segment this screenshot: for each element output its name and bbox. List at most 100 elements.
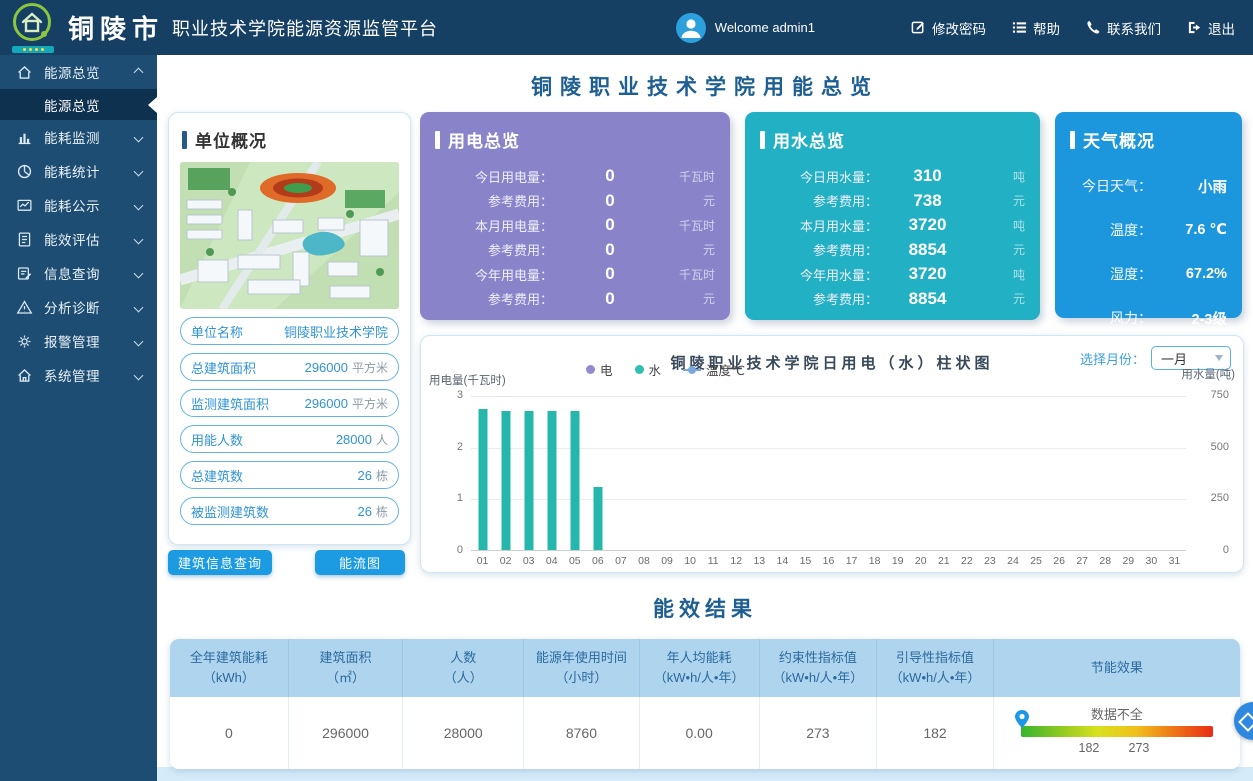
bottom-strip <box>157 767 1253 781</box>
chevron-down-icon <box>134 370 144 380</box>
column-header: 引导性指标值（kW•h/人•年） <box>877 639 994 697</box>
field-unit: 栋 <box>376 503 388 520</box>
sidebar-subitem-energy-overview[interactable]: 能源总览 <box>0 89 157 120</box>
field-value: 28000 <box>336 432 372 447</box>
stat-unit: 吨 <box>977 217 1025 234</box>
legend-temperature[interactable]: 温度℃ <box>683 360 745 379</box>
title-accent-bar <box>182 131 187 149</box>
unit-buttons: 建筑信息查询 能流图 <box>168 550 411 575</box>
building-info-query-button[interactable]: 建筑信息查询 <box>168 550 272 575</box>
header-action-phone[interactable]: 联系我们 <box>1086 18 1161 38</box>
column-unit: （小时） <box>526 668 637 688</box>
unit-info-fields: 单位名称铜陵职业技术学院总建筑面积296000平方米监测建筑面积296000平方… <box>180 317 399 525</box>
main-content: 铜陵职业技术学院用能总览 单位概况 <box>157 55 1253 781</box>
efficiency-section-title: 能效结果 <box>157 593 1253 623</box>
stat-value: 0 <box>553 166 667 186</box>
sidebar-item-label: 能耗监测 <box>44 127 100 147</box>
water-overview-title: 用水总览 <box>773 127 845 152</box>
sidebar-item-energy-overview[interactable]: 能源总览 <box>0 55 157 89</box>
sidebar-item-info-query[interactable]: 信息查询 <box>0 256 157 290</box>
y-tick-left: 1 <box>435 492 463 504</box>
water-bar-day-01 <box>478 409 487 550</box>
legend-label: 温度℃ <box>706 360 745 379</box>
weather-label: 湿度： <box>1070 264 1152 284</box>
user-avatar-icon <box>676 13 706 43</box>
saving-status-text: 数据不全 <box>1017 704 1217 723</box>
stat-unit: 元 <box>977 192 1025 209</box>
chevron-down-icon <box>134 302 144 312</box>
chevron-down-icon <box>134 132 144 142</box>
header-action-logout[interactable]: 退出 <box>1187 18 1235 38</box>
stat-unit: 千瓦时 <box>667 168 715 185</box>
column-name: 全年建筑能耗 <box>172 648 286 668</box>
stat-row: 今年用水量：3720吨 <box>760 262 1025 287</box>
header-action-list[interactable]: 帮助 <box>1012 18 1060 38</box>
stat-label: 参考费用： <box>760 191 878 210</box>
legend-label: 水 <box>649 360 662 379</box>
sidebar-item-label: 系统管理 <box>44 365 100 385</box>
chevron-down-icon <box>134 336 144 346</box>
legend-water[interactable]: 水 <box>635 360 662 379</box>
field-unit: 平方米 <box>352 395 388 412</box>
stat-label: 参考费用： <box>760 289 878 308</box>
energy-flow-diagram-button[interactable]: 能流图 <box>315 550 405 575</box>
weather-row: 风力：2-3级 <box>1070 296 1227 340</box>
stat-unit: 吨 <box>977 168 1025 185</box>
efficiency-table-row: 02960002800087600.00273182数据不全182273 <box>170 697 1240 769</box>
sidebar-item-label: 报警管理 <box>44 331 100 351</box>
water-bar-day-03 <box>524 411 533 550</box>
field-value: 296000 <box>305 396 348 411</box>
sidebar-item-efficiency-eval[interactable]: 能效评估 <box>0 222 157 256</box>
weather-row: 今日天气：小雨 <box>1070 164 1227 208</box>
chart-legend: 电 水 温度℃ <box>586 360 767 379</box>
column-unit: （kW•h/人•年） <box>642 668 757 688</box>
stat-value: 0 <box>553 215 667 235</box>
x-axis-tick-label: 14 <box>771 555 794 567</box>
legend-electricity[interactable]: 电 <box>586 360 613 379</box>
column-header: 人数（人） <box>403 639 524 697</box>
water-bar-day-05 <box>570 411 579 550</box>
column-unit: （㎡） <box>291 668 400 688</box>
sidebar-item-label: 能耗统计 <box>44 161 100 181</box>
table-cell: 0.00 <box>640 697 760 769</box>
form-icon <box>16 265 33 282</box>
stat-label: 今日用电量： <box>435 167 553 186</box>
header-action-label: 联系我们 <box>1107 18 1161 38</box>
weather-value: 小雨 <box>1198 176 1227 197</box>
saving-effect-cell: 数据不全182273 <box>994 697 1240 769</box>
system-icon <box>16 367 33 384</box>
y-tick-right: 500 <box>1199 441 1229 453</box>
sidebar-item-analysis-diagnosis[interactable]: 分析诊断 <box>0 290 157 324</box>
header-action-edit[interactable]: 修改密码 <box>911 18 986 38</box>
unit-field-row: 监测建筑面积296000平方米 <box>180 389 399 417</box>
sidebar-item-energy-stats[interactable]: 能耗统计 <box>0 154 157 188</box>
column-header: 节能效果 <box>994 639 1240 697</box>
x-axis-tick-label: 30 <box>1140 555 1163 567</box>
sidebar-item-energy-monitor[interactable]: 能耗监测 <box>0 120 157 154</box>
weather-value: 67.2% <box>1186 266 1227 282</box>
sidebar-item-energy-publicity[interactable]: 能耗公示 <box>0 188 157 222</box>
stat-row: 参考费用：738元 <box>760 189 1025 214</box>
stat-row: 参考费用：0元 <box>435 238 715 263</box>
column-unit: （kW•h/人•年） <box>879 668 991 688</box>
chevron-down-icon <box>134 200 144 210</box>
field-label: 总建筑面积 <box>191 358 256 377</box>
stat-unit: 千瓦时 <box>667 217 715 234</box>
column-header: 年人均能耗（kW•h/人•年） <box>640 639 760 697</box>
x-axis-tick-label: 19 <box>886 555 909 567</box>
x-axis-tick-label: 25 <box>1025 555 1048 567</box>
table-cell: 296000 <box>289 697 403 769</box>
edit-icon <box>911 20 932 35</box>
x-axis-tick-label: 03 <box>517 555 540 567</box>
stat-row: 今年用电量：0千瓦时 <box>435 262 715 287</box>
stat-value: 0 <box>553 191 667 211</box>
month-select-label: 选择月份： <box>1080 349 1145 368</box>
sidebar-item-alarm-management[interactable]: 报警管理 <box>0 324 157 358</box>
active-item-arrow <box>148 97 157 113</box>
water-bar-day-06 <box>593 487 602 550</box>
home-icon <box>16 64 33 81</box>
field-label: 用能人数 <box>191 430 243 449</box>
sidebar-item-system-management[interactable]: 系统管理 <box>0 358 157 392</box>
field-value: 296000 <box>305 360 348 375</box>
column-unit: （人） <box>405 668 521 688</box>
